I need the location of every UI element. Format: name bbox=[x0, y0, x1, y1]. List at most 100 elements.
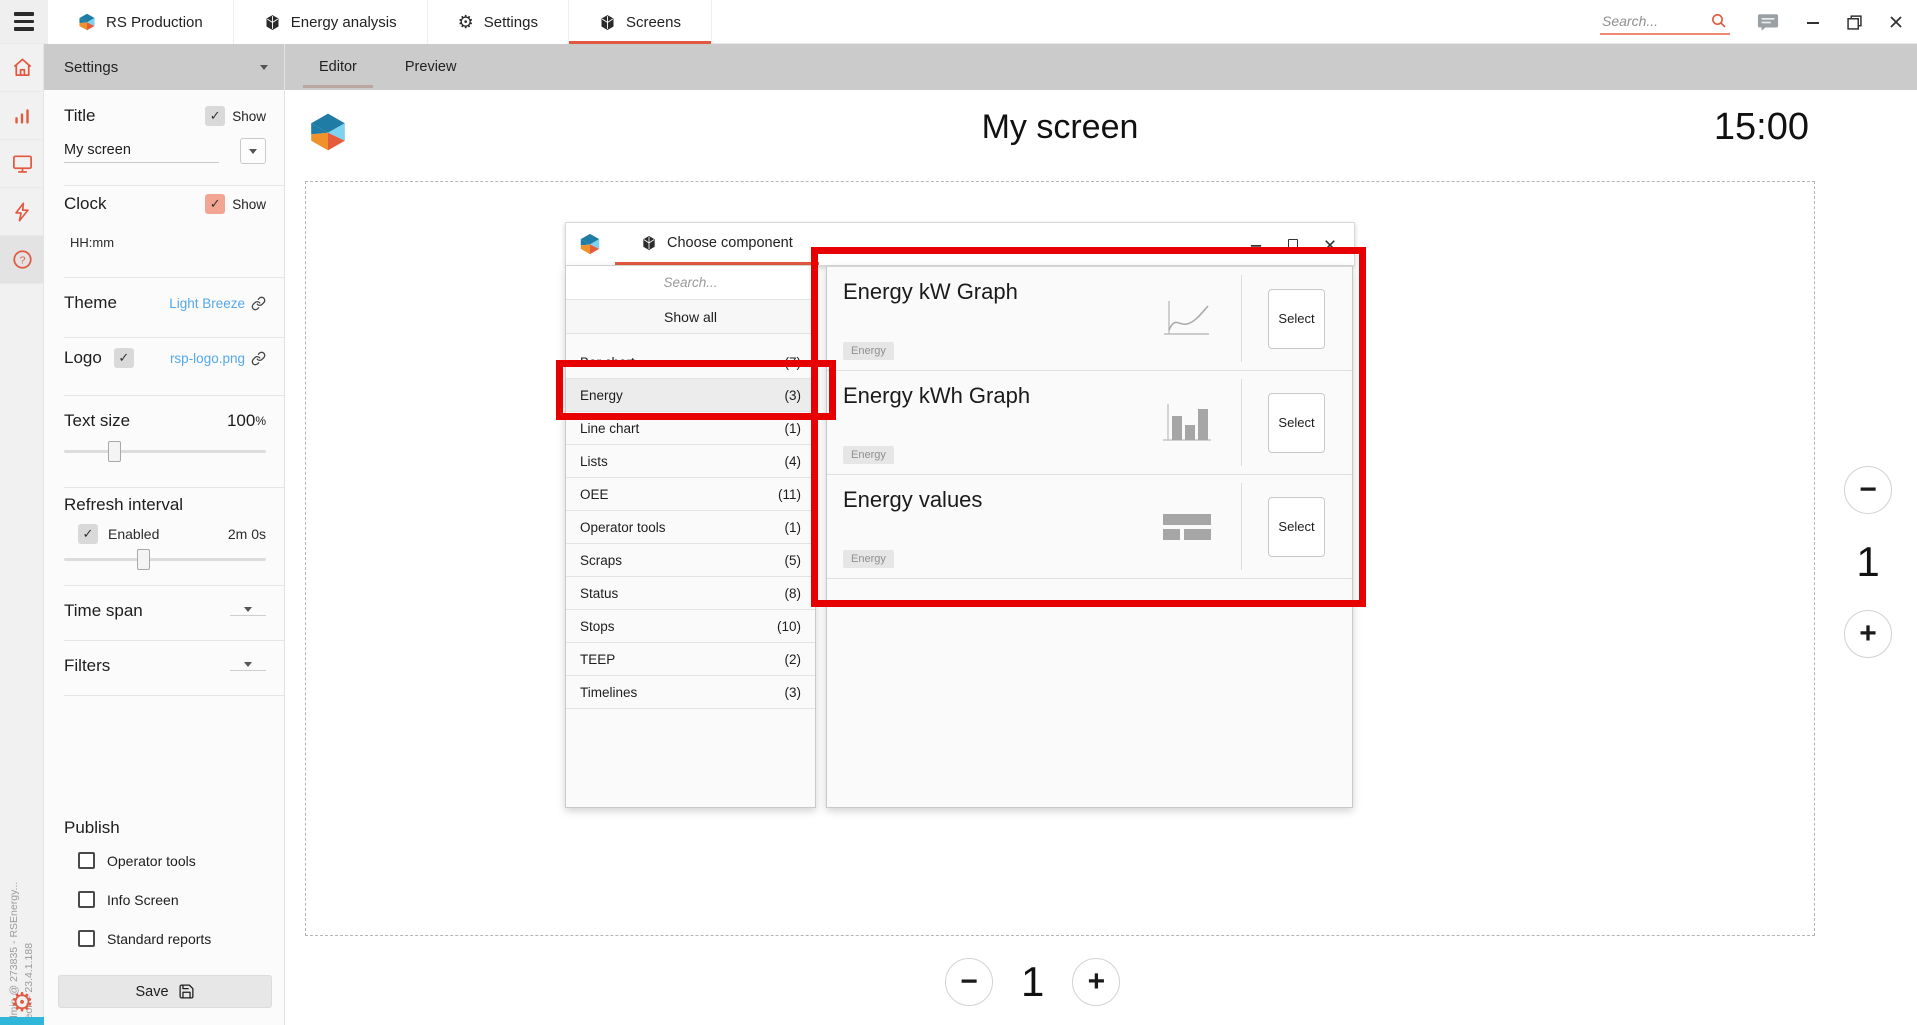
category-row[interactable]: Status (8) bbox=[566, 577, 815, 610]
bar-chart-icon bbox=[11, 105, 33, 127]
close-button[interactable] bbox=[1324, 239, 1336, 251]
text-size-value: 100 bbox=[227, 411, 255, 431]
settings-panel: Settings Title ✓ Show Clock bbox=[44, 44, 285, 1025]
theme-link[interactable]: Light Breeze bbox=[169, 296, 245, 311]
category-count: (7) bbox=[785, 355, 802, 370]
svg-text:?: ? bbox=[19, 254, 25, 266]
check-icon: ✓ bbox=[210, 108, 221, 124]
category-row[interactable]: Operator tools (1) bbox=[566, 511, 815, 544]
title-dropdown-button[interactable] bbox=[240, 138, 266, 164]
page-minus-button[interactable]: − bbox=[1844, 466, 1892, 514]
minimize-button[interactable] bbox=[1250, 239, 1262, 251]
clock-show-label: Show bbox=[232, 197, 266, 212]
editor-tab-label: Preview bbox=[405, 59, 457, 75]
category-count: (3) bbox=[785, 685, 802, 700]
text-size-unit: % bbox=[255, 414, 266, 428]
topbar-tab[interactable]: ⚙ RS Production bbox=[48, 0, 234, 44]
chevron-down-icon bbox=[249, 149, 257, 154]
minimize-button[interactable] bbox=[1806, 15, 1820, 29]
category-row[interactable]: Bar chart (7) bbox=[566, 346, 815, 379]
rail-item[interactable]: ? bbox=[0, 44, 44, 92]
search-icon[interactable] bbox=[1710, 12, 1728, 30]
editor-tab[interactable]: Preview bbox=[381, 44, 481, 90]
select-button[interactable]: Select bbox=[1268, 393, 1325, 453]
feedback-icon[interactable] bbox=[1757, 13, 1779, 32]
logo-link[interactable]: rsp-logo.png bbox=[170, 351, 245, 366]
dialog-header: Choose component bbox=[565, 222, 1355, 266]
publish-checkbox[interactable] bbox=[78, 891, 95, 908]
publish-checkbox[interactable] bbox=[78, 930, 95, 947]
rail-item[interactable]: ? bbox=[0, 236, 44, 284]
publish-checkbox[interactable] bbox=[78, 852, 95, 869]
link-icon[interactable] bbox=[251, 351, 266, 366]
hamburger-menu-icon[interactable] bbox=[0, 0, 48, 43]
title-input[interactable] bbox=[64, 140, 219, 163]
category-count: (4) bbox=[785, 454, 802, 469]
publish-option-label: Operator tools bbox=[107, 853, 196, 869]
select-button[interactable]: Select bbox=[1268, 289, 1325, 349]
select-button[interactable]: Select bbox=[1268, 497, 1325, 557]
category-row[interactable]: Lists (4) bbox=[566, 445, 815, 478]
page-minus-button[interactable]: − bbox=[945, 958, 993, 1006]
publish-option: Operator tools bbox=[78, 852, 211, 869]
text-size-slider-thumb[interactable] bbox=[108, 441, 121, 462]
clock-show-checkbox[interactable]: ✓ bbox=[205, 194, 225, 214]
close-button[interactable] bbox=[1889, 15, 1903, 29]
category-row[interactable]: TEEP (2) bbox=[566, 643, 815, 676]
component-cube-icon bbox=[264, 14, 281, 31]
refresh-enabled-label: Enabled bbox=[108, 526, 159, 542]
show-all-button[interactable]: Show all bbox=[566, 300, 815, 334]
editor-tab[interactable]: Editor bbox=[295, 44, 381, 90]
title-show-checkbox[interactable]: ✓ bbox=[205, 106, 225, 126]
component-search-input[interactable] bbox=[566, 266, 815, 299]
category-name: Energy bbox=[580, 388, 785, 403]
maximize-button[interactable] bbox=[1288, 239, 1298, 251]
logo-checkbox[interactable]: ✓ bbox=[114, 348, 134, 368]
category-name: Stops bbox=[580, 619, 777, 634]
category-row[interactable]: Line chart (1) bbox=[566, 412, 815, 445]
gear-icon[interactable]: ⚙ bbox=[0, 989, 44, 1015]
rail-item[interactable]: ? bbox=[0, 188, 44, 236]
save-button[interactable]: Save bbox=[58, 975, 272, 1008]
link-icon[interactable] bbox=[251, 296, 266, 311]
search-input[interactable] bbox=[1602, 13, 1702, 29]
component-title: Energy kW Graph bbox=[843, 279, 1018, 305]
page-number: 1 bbox=[1856, 538, 1879, 586]
category-row[interactable]: Stops (10) bbox=[566, 610, 815, 643]
clock-label: Clock bbox=[64, 194, 107, 214]
dialog-window-buttons bbox=[1250, 223, 1336, 267]
refresh-enabled-checkbox[interactable]: ✓ bbox=[78, 524, 98, 544]
check-icon: ✓ bbox=[210, 196, 221, 212]
settings-panel-body: Title ✓ Show Clock ✓ Show bbox=[44, 90, 284, 1025]
screen-header: My screen 15:00 bbox=[305, 96, 1815, 166]
time-span-label: Time span bbox=[64, 601, 143, 621]
topbar-tab[interactable]: ⚙ Screens bbox=[569, 0, 712, 44]
chevron-down-icon bbox=[244, 607, 252, 612]
filters-dropdown[interactable] bbox=[230, 662, 266, 671]
rail-item[interactable]: ? bbox=[0, 140, 44, 188]
category-row[interactable]: Energy (3) bbox=[566, 379, 815, 412]
refresh-interval-slider[interactable] bbox=[64, 558, 266, 561]
help-icon: ? bbox=[11, 248, 34, 271]
settings-panel-header[interactable]: Settings bbox=[44, 44, 284, 90]
text-size-label: Text size bbox=[64, 411, 130, 431]
category-row[interactable]: Scraps (5) bbox=[566, 544, 815, 577]
category-row[interactable]: OEE (11) bbox=[566, 478, 815, 511]
page-plus-button[interactable]: + bbox=[1072, 958, 1120, 1006]
publish-label: Publish bbox=[64, 818, 120, 838]
rail-item[interactable]: ? bbox=[0, 92, 44, 140]
page-plus-button[interactable]: + bbox=[1844, 610, 1892, 658]
category-row[interactable]: Timelines (3) bbox=[566, 676, 815, 709]
topbar: ⚙ RS Production bbox=[0, 0, 1917, 44]
restore-button[interactable] bbox=[1847, 15, 1862, 30]
component-badge: Energy bbox=[843, 446, 894, 464]
topbar-tab[interactable]: ⚙ Energy analysis bbox=[234, 0, 428, 44]
refresh-interval-slider-thumb[interactable] bbox=[137, 549, 150, 570]
time-span-dropdown[interactable] bbox=[230, 607, 266, 616]
publish-option: Standard reports bbox=[78, 930, 211, 947]
category-name: Bar chart bbox=[580, 355, 785, 370]
text-size-slider[interactable] bbox=[64, 450, 266, 453]
dialog-tab[interactable]: Choose component bbox=[615, 223, 819, 265]
topbar-tab[interactable]: ⚙ Settings bbox=[428, 0, 569, 44]
category-count: (2) bbox=[785, 652, 802, 667]
